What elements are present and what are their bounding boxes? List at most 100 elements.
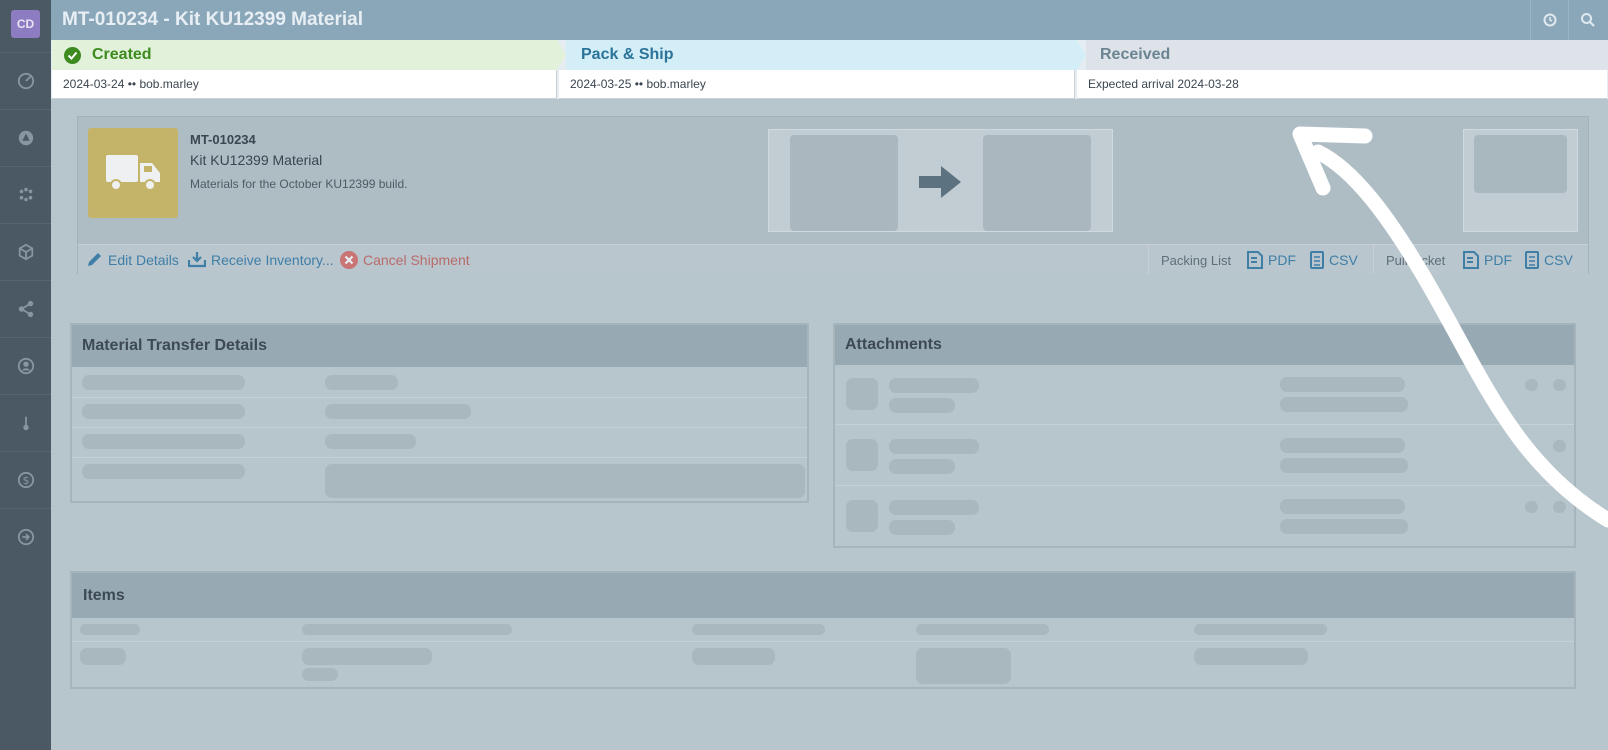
nav-dashboard[interactable] — [0, 52, 51, 109]
skeleton-header — [916, 624, 1049, 635]
attachments-panel-title: Attachments — [835, 325, 1574, 365]
top-bar: MT-010234 - Kit KU12399 Material — [51, 0, 1608, 40]
skeleton-header — [1194, 624, 1327, 635]
skeleton-dot — [1525, 501, 1538, 513]
destination-location-placeholder — [983, 135, 1091, 231]
box-icon — [18, 243, 33, 261]
step-pack-ship: Pack & Ship — [566, 40, 1077, 70]
skeleton-header — [692, 624, 825, 635]
skeleton-dot — [1553, 440, 1566, 452]
step-created: Created — [52, 40, 557, 70]
row-divider — [72, 427, 807, 428]
avatar[interactable]: CD — [11, 10, 40, 38]
skeleton-line — [889, 520, 955, 535]
page-title: MT-010234 - Kit KU12399 Material — [62, 9, 363, 30]
skeleton-line — [1280, 519, 1408, 534]
csv-file-icon — [1310, 251, 1324, 269]
details-panel-title: Material Transfer Details — [72, 325, 807, 367]
nav-share[interactable] — [0, 280, 51, 337]
step-received: Received — [1086, 40, 1608, 70]
skeleton-header — [80, 624, 140, 635]
dollar-icon: $ — [17, 471, 34, 489]
transfer-description: Materials for the October KU12399 build. — [190, 177, 408, 191]
skeleton-thumb — [846, 378, 878, 410]
divider — [1148, 245, 1149, 274]
skeleton-line — [325, 375, 398, 390]
step-pack-ship-detail: 2024-03-25 •• bob.marley — [559, 70, 1075, 99]
skeleton-line — [889, 459, 955, 474]
alert-triangle-icon — [18, 130, 33, 146]
skeleton-line — [82, 434, 245, 449]
skeleton-line — [82, 375, 245, 390]
skeleton-line — [1194, 648, 1308, 665]
skeleton-line — [889, 398, 955, 413]
skeleton-line — [889, 378, 979, 393]
arrow-right-icon — [919, 166, 961, 198]
history-button[interactable] — [1530, 0, 1568, 40]
packing-list-pdf-button[interactable]: PDF — [1247, 251, 1296, 269]
nav-logout[interactable] — [0, 508, 51, 565]
divider — [1373, 245, 1374, 274]
modules-icon — [19, 187, 32, 202]
nav-inventory[interactable] — [0, 223, 51, 280]
skeleton-line — [325, 434, 416, 449]
nav-modules[interactable] — [0, 166, 51, 223]
skeleton-line — [1280, 397, 1408, 412]
pdf-file-icon — [1247, 251, 1263, 269]
edit-details-button[interactable]: Edit Details — [86, 251, 179, 268]
skeleton-dot — [1525, 379, 1538, 391]
packing-list-csv-button[interactable]: CSV — [1310, 251, 1358, 269]
skeleton-line — [302, 668, 338, 681]
share-icon — [18, 300, 33, 318]
skeleton-block — [916, 648, 1011, 684]
location-transfer-graphic — [768, 129, 1113, 232]
receive-inventory-label: Receive Inventory... — [211, 251, 334, 268]
csv-label: CSV — [1544, 252, 1573, 268]
edit-details-label: Edit Details — [108, 251, 179, 268]
step-divider — [557, 40, 566, 70]
nav-finance[interactable]: $ — [0, 451, 51, 508]
nav-users[interactable] — [0, 337, 51, 394]
row-divider — [72, 641, 1574, 642]
receive-inventory-button[interactable]: Receive Inventory... — [188, 251, 334, 268]
skeleton-line — [1280, 377, 1405, 392]
check-circle-icon — [64, 46, 81, 64]
nav-quality[interactable] — [0, 394, 51, 451]
status-placeholder — [1474, 135, 1567, 193]
svg-text:$: $ — [22, 474, 29, 487]
logout-icon — [17, 528, 34, 546]
skeleton-thumb — [846, 439, 878, 471]
skeleton-thumb — [846, 500, 878, 532]
skeleton-header — [302, 624, 512, 635]
cancel-shipment-button[interactable]: Cancel Shipment — [340, 251, 470, 269]
csv-label: CSV — [1329, 252, 1358, 268]
pull-ticket-pdf-button[interactable]: PDF — [1463, 251, 1512, 269]
search-icon — [1580, 13, 1595, 27]
skeleton-line — [302, 648, 432, 665]
transfer-summary-card: MT-010234 Kit KU12399 Material Materials… — [77, 116, 1589, 274]
attachments-panel: Attachments — [833, 323, 1576, 548]
items-panel: Items — [70, 571, 1576, 689]
pull-ticket-csv-button[interactable]: CSV — [1525, 251, 1573, 269]
skeleton-line — [325, 404, 471, 419]
pdf-label: PDF — [1484, 252, 1512, 268]
step-pack-ship-label: Pack & Ship — [581, 46, 674, 63]
pdf-file-icon — [1463, 251, 1479, 269]
truck-icon — [106, 155, 160, 191]
skeleton-line — [692, 648, 775, 665]
nav-alerts[interactable] — [0, 109, 51, 166]
cancel-circle-icon — [340, 251, 358, 269]
search-button[interactable] — [1568, 0, 1606, 40]
step-received-detail: Expected arrival 2024-03-28 — [1077, 70, 1607, 99]
status-tile — [1463, 129, 1578, 232]
skeleton-line — [80, 648, 126, 665]
pdf-label: PDF — [1268, 252, 1296, 268]
items-panel-title: Items — [72, 573, 1574, 618]
step-received-label: Received — [1100, 46, 1171, 63]
skeleton-line — [82, 464, 245, 479]
transfer-id: MT-010234 — [190, 132, 256, 147]
pencil-icon — [88, 253, 101, 266]
skeleton-line — [1280, 438, 1405, 453]
row-divider — [72, 457, 807, 458]
packing-list-label: Packing List — [1161, 253, 1232, 268]
